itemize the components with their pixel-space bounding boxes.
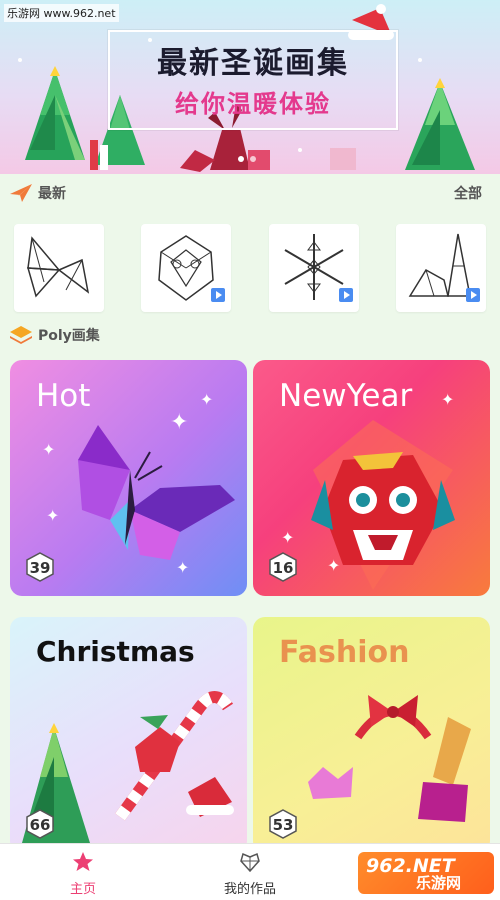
- tab-home-label: 主页: [69, 882, 96, 897]
- banner-title: 最新圣诞画集: [157, 46, 349, 81]
- heart-poly-icon: [240, 852, 260, 873]
- view-all-link[interactable]: 全部: [454, 183, 482, 203]
- count-value: 16: [272, 559, 294, 577]
- site-watermark: 乐游网 www.962.net: [4, 4, 119, 22]
- thumbnail-lion[interactable]: [141, 224, 232, 312]
- category-card-christmas[interactable]: Christmas 66: [10, 617, 247, 853]
- carousel-dot: [250, 156, 256, 162]
- category-card-newyear[interactable]: NewYear ✦ ✦ ✦ 16: [253, 360, 490, 596]
- sparkle-icon: ✦: [46, 506, 60, 525]
- thumbnail-butterfly[interactable]: [14, 224, 104, 312]
- video-play-icon: [465, 288, 480, 302]
- banner-subtitle: 给你温暖体验: [175, 90, 331, 118]
- count-badge: 66: [26, 809, 54, 839]
- poly-section-title: Poly画集: [38, 328, 100, 344]
- video-play-icon: [338, 288, 353, 302]
- count-value: 66: [29, 816, 51, 834]
- carousel-indicator: [238, 156, 256, 162]
- sparkle-icon: ✦: [170, 410, 189, 435]
- thumbnail-tower[interactable]: [395, 224, 486, 312]
- count-badge: 53: [269, 809, 297, 839]
- tab-home[interactable]: 主页: [38, 850, 128, 897]
- thumbnail-snowflake[interactable]: [268, 224, 359, 312]
- star-icon: [73, 852, 93, 871]
- banner-carousel[interactable]: 乐游网 www.962.net 最新圣诞画集 给你温暖体验: [0, 0, 500, 174]
- count-value: 53: [272, 816, 294, 834]
- category-title: NewYear: [279, 378, 413, 414]
- sparkle-icon: ✦: [176, 558, 190, 577]
- count-badge: 39: [26, 552, 54, 582]
- sparkle-icon: ✦: [281, 528, 295, 547]
- category-card-fashion[interactable]: Fashion 53: [253, 617, 490, 853]
- watermark-brand-cn: 乐游网: [416, 874, 462, 892]
- layers-icon: [10, 326, 32, 344]
- carousel-dot-active: [238, 156, 244, 162]
- latest-section-title: 最新: [38, 186, 66, 202]
- latest-section-header: 最新 全部: [0, 180, 500, 206]
- sparkle-icon: ✦: [200, 390, 214, 409]
- category-card-hot[interactable]: Hot ✦ ✦ ✦ ✦ ✦ 39: [10, 360, 247, 596]
- count-value: 39: [29, 559, 51, 577]
- paper-plane-icon: [10, 184, 32, 202]
- sparkle-icon: ✦: [327, 556, 341, 575]
- count-badge: 16: [269, 552, 297, 582]
- poly-section-header: Poly画集: [0, 322, 500, 348]
- video-play-icon: [211, 288, 226, 302]
- tab-my-works[interactable]: 我的作品: [205, 850, 295, 897]
- tab-my-works-label: 我的作品: [223, 882, 276, 897]
- sparkle-icon: ✦: [441, 390, 455, 409]
- latest-thumbnails: [14, 224, 486, 314]
- sparkle-icon: ✦: [42, 440, 56, 459]
- butterfly-outline-drawing: [26, 236, 90, 298]
- site-watermark-logo: 962.NET 乐游网: [358, 852, 494, 894]
